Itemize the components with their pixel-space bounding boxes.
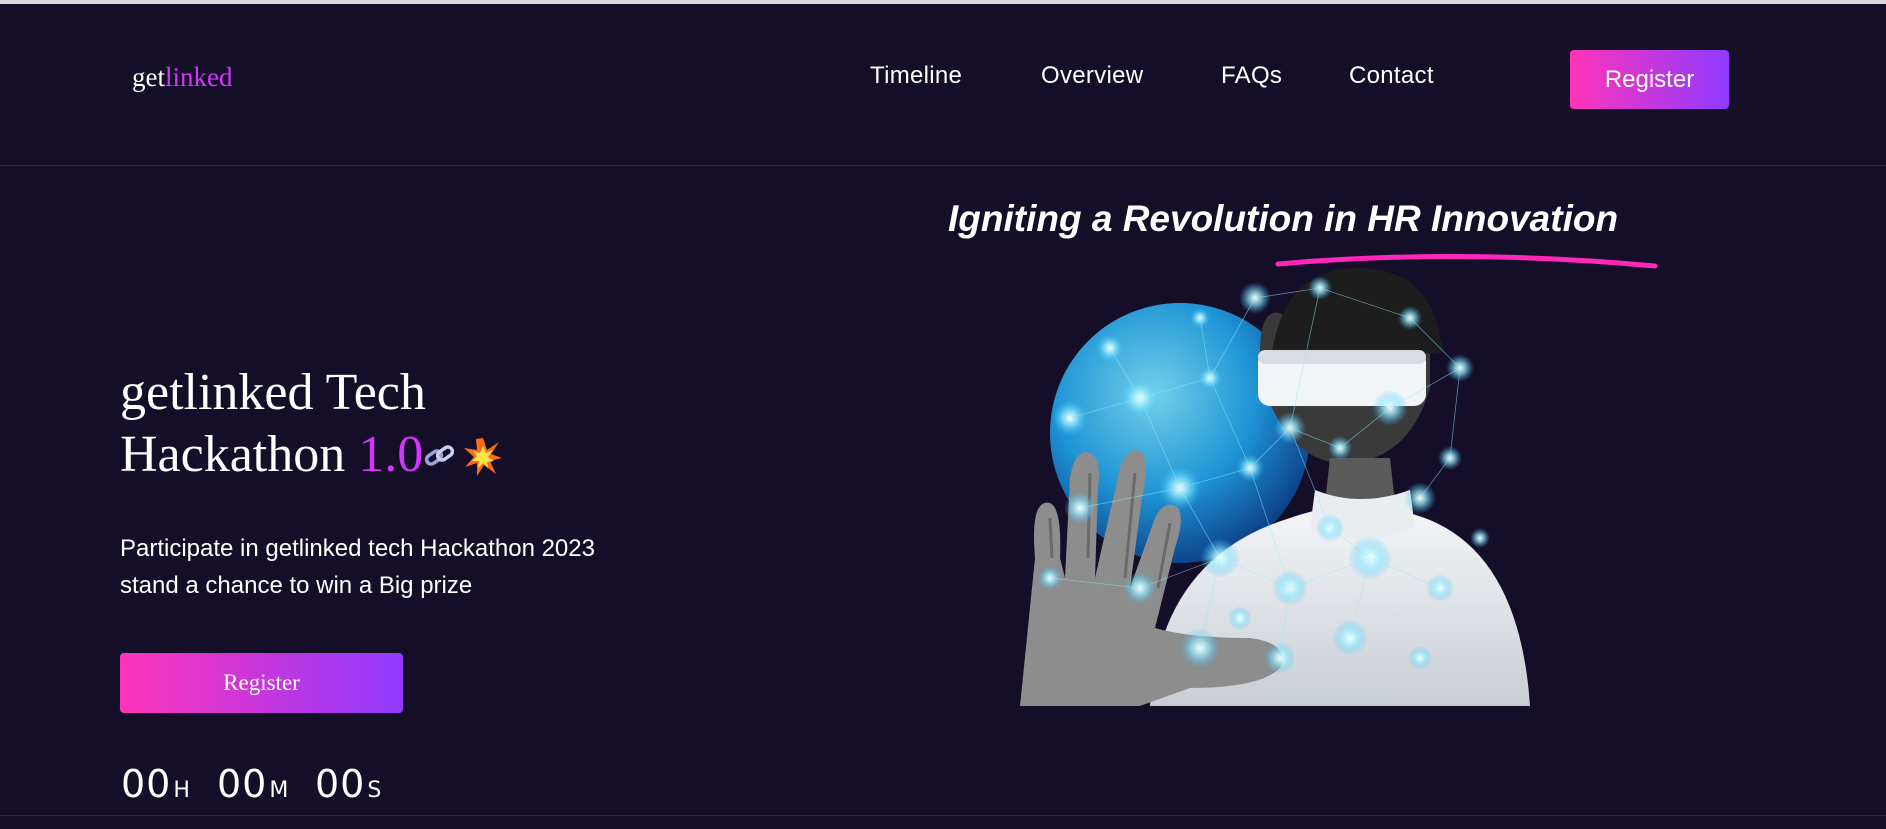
- hero-description-line1: Participate in getlinked tech Hackathon …: [120, 535, 595, 562]
- nav-faqs[interactable]: FAQs: [1221, 62, 1282, 90]
- countdown-seconds-value: 00: [315, 762, 366, 806]
- nav-overview[interactable]: Overview: [1041, 62, 1143, 90]
- countdown-minutes: 00M: [217, 762, 288, 806]
- countdown-hours-unit: H: [173, 778, 190, 803]
- hero-tagline: Igniting a Revolution in HR Innovation: [948, 198, 1619, 239]
- logo[interactable]: getlinked: [132, 62, 233, 93]
- nav-timeline[interactable]: Timeline: [870, 62, 962, 90]
- countdown-hours-value: 00: [121, 762, 172, 806]
- vr-headset-person-illustration: [1020, 268, 1530, 706]
- header-register-button[interactable]: Register: [1570, 50, 1729, 109]
- hero-title-version: 1.0: [358, 426, 424, 483]
- hero-description: Participate in getlinked tech Hackathon …: [120, 530, 720, 604]
- countdown-hours: 00H: [121, 762, 190, 806]
- explosion-icon: [463, 430, 503, 476]
- chain-link-icon: [423, 426, 457, 466]
- hero-title-line2: Hackathon: [120, 426, 346, 483]
- logo-prefix: get: [132, 62, 165, 92]
- section-divider: [0, 815, 1886, 816]
- logo-accent: linked: [165, 62, 233, 92]
- nav-contact[interactable]: Contact: [1349, 62, 1434, 90]
- countdown-seconds-unit: S: [367, 778, 382, 803]
- countdown-minutes-value: 00: [217, 762, 268, 806]
- hero-title-line1: getlinked Tech: [120, 364, 426, 421]
- hero-description-line2: stand a chance to win a Big prize: [120, 572, 473, 599]
- countdown-minutes-unit: M: [269, 778, 289, 803]
- countdown-seconds: 00S: [315, 762, 381, 806]
- site-header: getlinked Timeline Overview FAQs Contact…: [0, 4, 1886, 166]
- hero-register-button[interactable]: Register: [120, 653, 403, 713]
- hero-title: getlinked Tech Hackathon 1.0: [120, 362, 503, 486]
